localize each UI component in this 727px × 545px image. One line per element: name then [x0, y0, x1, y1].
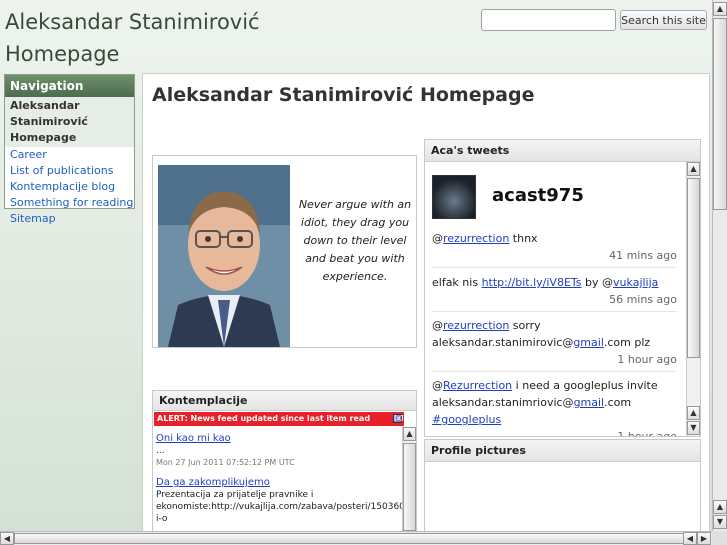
tweet-text: aleksandar.stanimirovic@: [432, 336, 574, 349]
navigation-panel: Navigation Aleksandar Stanimirović Homep…: [4, 74, 135, 225]
tweet-url-link[interactable]: http://bit.ly/iV8ETs: [482, 276, 582, 289]
scroll-left-icon[interactable]: ◀: [683, 532, 697, 545]
tweet-time: 1 hour ago: [617, 430, 677, 437]
scroll-right-icon[interactable]: ▶: [697, 532, 711, 545]
tweet-link[interactable]: gmail: [574, 396, 605, 409]
nav-item-publications[interactable]: List of publications: [5, 163, 134, 179]
quote-text: Never argue with an idiot, they drag you…: [298, 198, 412, 283]
feed-item: Da ga zakomplikujemo Prezentacija za pri…: [156, 477, 409, 532]
twitter-avatar[interactable]: [432, 175, 476, 219]
tweet-mention-link[interactable]: rezurrection: [443, 232, 509, 245]
tweet-time: 1 hour ago: [617, 353, 677, 366]
tweet-text: @: [432, 232, 443, 245]
tweets-panel: Aca's tweets acast975 @rezurrection thnx…: [424, 139, 701, 437]
feed-item-title[interactable]: Da ga zakomplikujemo: [156, 477, 270, 488]
tweet-text: aleksandar.stanimriovic@: [432, 396, 574, 409]
kontemplacije-panel: Kontemplacije ALERT: News feed updated s…: [152, 390, 417, 533]
scroll-thumb[interactable]: [403, 443, 416, 531]
tweet-text: @: [432, 379, 443, 392]
tweet-item: elfak nis http://bit.ly/iV8ETs by @vukaj…: [432, 274, 677, 308]
feed-alert-text: ALERT: News feed updated since last item…: [157, 414, 371, 423]
scroll-up-icon[interactable]: ▲: [687, 162, 700, 176]
profile-pictures-panel: Profile pictures: [424, 439, 701, 533]
page-title: Aleksandar Stanimirović Homepage: [152, 84, 535, 106]
feed-item-body: Prezentacija za prijatelje pravnike i ek…: [156, 490, 409, 524]
tweet-item: @rezurrection sorry aleksandar.stanimiro…: [432, 317, 677, 368]
search-input[interactable]: [481, 9, 616, 31]
tweet-text: .com plz: [603, 336, 651, 349]
scroll-up-icon[interactable]: ▲: [713, 500, 727, 514]
scroll-up-icon[interactable]: ▲: [687, 406, 700, 420]
kontemplacije-scrollbar[interactable]: ▲: [402, 427, 416, 532]
quote-box: Never argue with an idiot, they drag you…: [152, 155, 417, 348]
tweet-mention-link[interactable]: Rezurrection: [443, 379, 512, 392]
tweet-mention-link[interactable]: vukajlija: [613, 276, 658, 289]
tweet-link[interactable]: gmail: [573, 336, 604, 349]
feed-item-date: Mon 27 Jun 2011 07:52:12 PM UTC: [156, 458, 295, 467]
tweet-text: i need a googleplus invite: [512, 379, 658, 392]
page-hscroll-thumb[interactable]: [14, 533, 694, 544]
profile-pictures-header: Profile pictures: [425, 440, 700, 462]
kontemplacije-header: Kontemplacije: [153, 391, 416, 411]
page-scroll-thumb[interactable]: [713, 18, 727, 210]
scroll-down-icon[interactable]: ▼: [687, 421, 700, 435]
tweets-header: Aca's tweets: [425, 140, 700, 162]
feed-item-body: ...: [156, 446, 165, 456]
tweet-mention-link[interactable]: rezurrection: [443, 319, 509, 332]
tweet-item: @Rezurrection i need a googleplus invite…: [432, 377, 677, 437]
feed-alert: ALERT: News feed updated since last item…: [154, 412, 404, 426]
page-horizontal-scrollbar[interactable]: ◀ ◀ ▶: [0, 531, 712, 545]
tweet-text: sorry: [509, 319, 541, 332]
tweet-item: @rezurrection thnx 41 mins ago: [432, 230, 677, 264]
tweet-text: @: [432, 319, 443, 332]
nav-item-sitemap[interactable]: Sitemap: [5, 211, 134, 227]
scroll-up-icon[interactable]: ▲: [713, 2, 727, 16]
tweet-time: 56 mins ago: [609, 293, 677, 306]
tweet-text: by @: [581, 276, 614, 289]
tweet-text: thnx: [509, 232, 538, 245]
search-button[interactable]: Search this site: [620, 10, 707, 30]
scroll-thumb[interactable]: [687, 178, 700, 358]
tweet-hashtag-link[interactable]: #googleplus: [432, 413, 501, 426]
nav-item-kontemplacije-blog[interactable]: Kontemplacije blog: [5, 179, 134, 195]
portrait-photo: [158, 165, 290, 347]
tweet-text: elfak nis: [432, 276, 482, 289]
tweets-scrollbar[interactable]: ▲ ▲ ▼: [686, 162, 700, 436]
feed-item-title[interactable]: Oni kao mi kao: [156, 433, 231, 444]
alert-close-button[interactable]: [x]: [393, 414, 403, 423]
navigation-header: Navigation: [5, 75, 134, 97]
nav-item-something-for-reading[interactable]: Something for reading: [5, 195, 134, 211]
site-title[interactable]: Aleksandar Stanimirović Homepage: [5, 6, 335, 70]
tweet-time: 41 mins ago: [609, 249, 677, 262]
scroll-up-icon[interactable]: ▲: [403, 427, 416, 441]
scroll-left-icon[interactable]: ◀: [0, 532, 14, 545]
scroll-corner: [712, 531, 727, 545]
twitter-username[interactable]: acast975: [492, 185, 584, 206]
page-vertical-scrollbar[interactable]: ▲ ▲ ▼: [712, 0, 727, 531]
tweet-text: .com: [604, 396, 632, 409]
nav-item-homepage[interactable]: Aleksandar Stanimirović Homepage: [5, 97, 134, 147]
nav-item-career[interactable]: Career: [5, 147, 134, 163]
feed-item: Oni kao mi kao ... Mon 27 Jun 2011 07:52…: [156, 433, 406, 469]
scroll-down-icon[interactable]: ▼: [713, 515, 727, 529]
